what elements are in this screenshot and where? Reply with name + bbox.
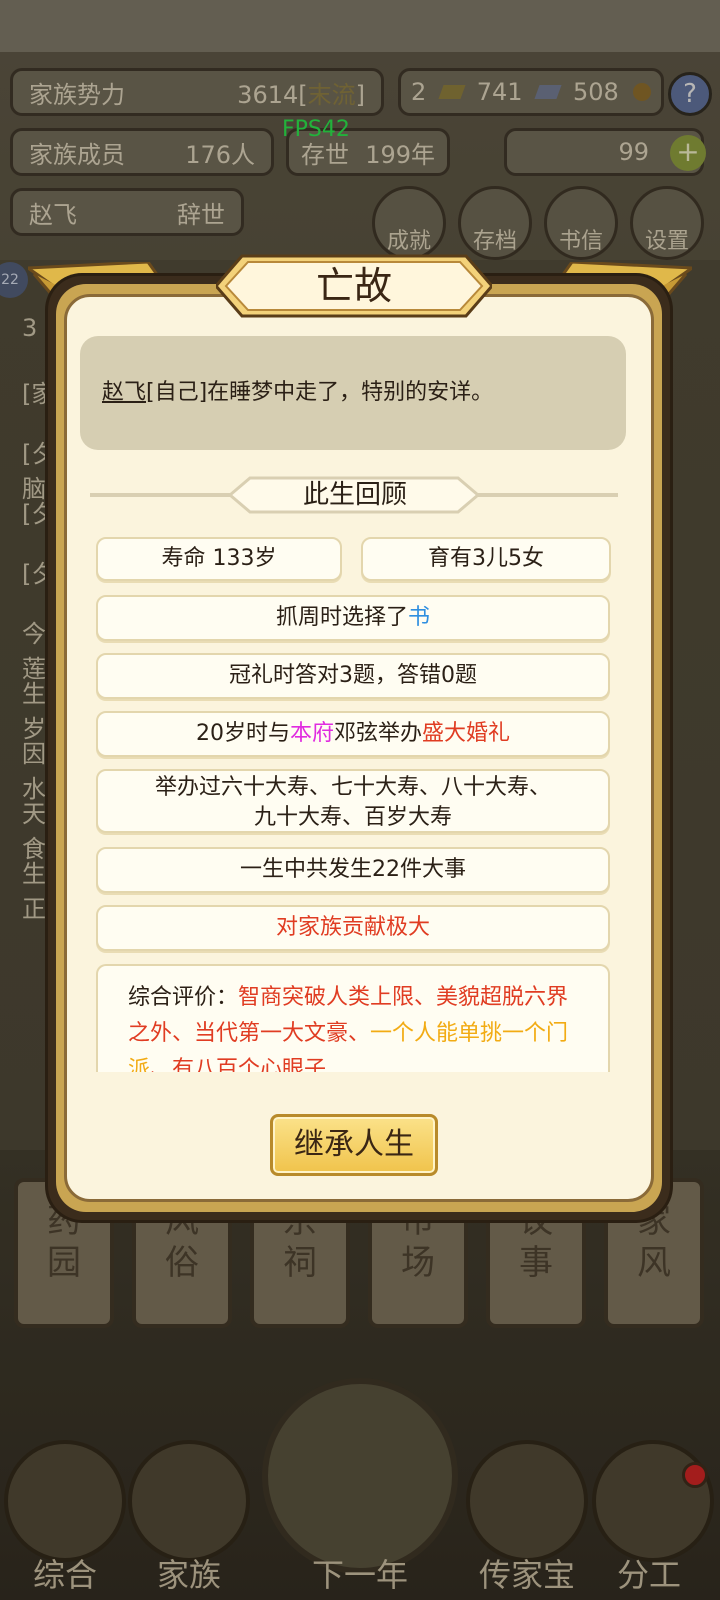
contribution-card: 对家族贡献极大 xyxy=(96,905,610,951)
guanli-card: 冠礼时答对3题，答错0题 xyxy=(96,653,610,699)
events-card: 一生中共发生22件大事 xyxy=(96,847,610,893)
wedding-type: 盛大婚礼 xyxy=(422,721,511,746)
overall-evaluation[interactable]: 综合评价：智商突破人类上限、美貌超脱六界之外、当代第一大文豪、一个人能单挑一个门… xyxy=(96,964,610,1072)
inherit-life-button[interactable]: 继承人生 xyxy=(270,1114,438,1176)
life-review-heading: 此生回顾 xyxy=(302,480,407,510)
evaluation-trait-last: 有八百个心眼子 xyxy=(172,1057,327,1072)
wedding-house: 本府 xyxy=(289,721,334,746)
lifespan-card: 寿命 133岁 xyxy=(96,537,342,581)
zhuazhou-item: 书 xyxy=(408,605,431,630)
zhuazhou-card: 抓周时选择了书 xyxy=(96,595,610,641)
children-card: 育有3儿5女 xyxy=(361,537,611,581)
death-message: 赵飞[自己]在睡梦中走了，特别的安详。 xyxy=(80,336,626,450)
deceased-name-link[interactable]: 赵飞 xyxy=(102,380,146,405)
wedding-card: 20岁时与本府邓弦举办盛大婚礼 xyxy=(96,711,610,757)
dialog-title: 亡故 xyxy=(315,264,392,308)
death-message-text: [自己]在睡梦中走了，特别的安详。 xyxy=(146,380,494,405)
birthdays-card: 举办过六十大寿、七十大寿、八十大寿、 九十大寿、百岁大寿 xyxy=(96,769,610,833)
evaluation-label: 综合评价： xyxy=(128,985,239,1010)
